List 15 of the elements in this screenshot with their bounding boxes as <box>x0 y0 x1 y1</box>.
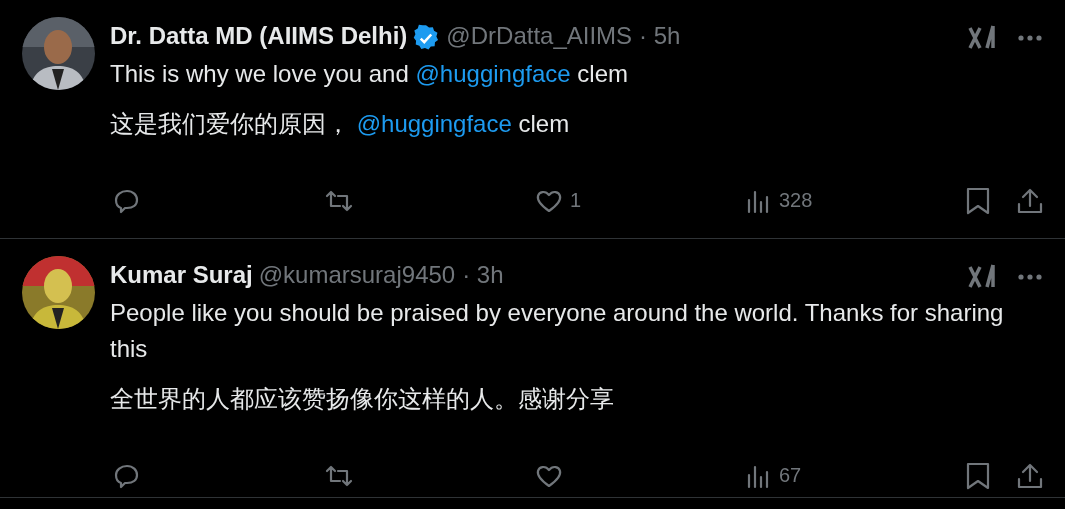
post-text: People like you should be praised by everyone around the world. Thanks for sharing this <box>110 298 1005 364</box>
user-handle[interactable]: @DrDatta_AIIMS <box>446 18 633 54</box>
user-handle[interactable]: @kumarsuraj9450 <box>258 257 456 293</box>
view-count: 67 <box>779 463 802 488</box>
post-time[interactable]: · 5h <box>639 18 681 54</box>
translated-text: 这是我们爱你的原因， @huggingface clem <box>110 109 571 139</box>
view-count: 328 <box>779 188 813 213</box>
mention-link[interactable]: @huggingface <box>415 60 571 87</box>
like-count: 1 <box>570 188 582 213</box>
mention-link[interactable]: @huggingface <box>356 110 512 137</box>
translated-text: 全世界的人都应该赞扬像你这样的人。感谢分享 <box>110 384 615 414</box>
author-name[interactable]: Dr. Datta MD (AIIMS Delhi) <box>110 18 408 54</box>
post-time[interactable]: · 3h <box>462 257 504 293</box>
author-name[interactable]: Kumar Suraj <box>110 257 253 293</box>
post-text: This is why we love you and @huggingface clem <box>110 59 629 89</box>
